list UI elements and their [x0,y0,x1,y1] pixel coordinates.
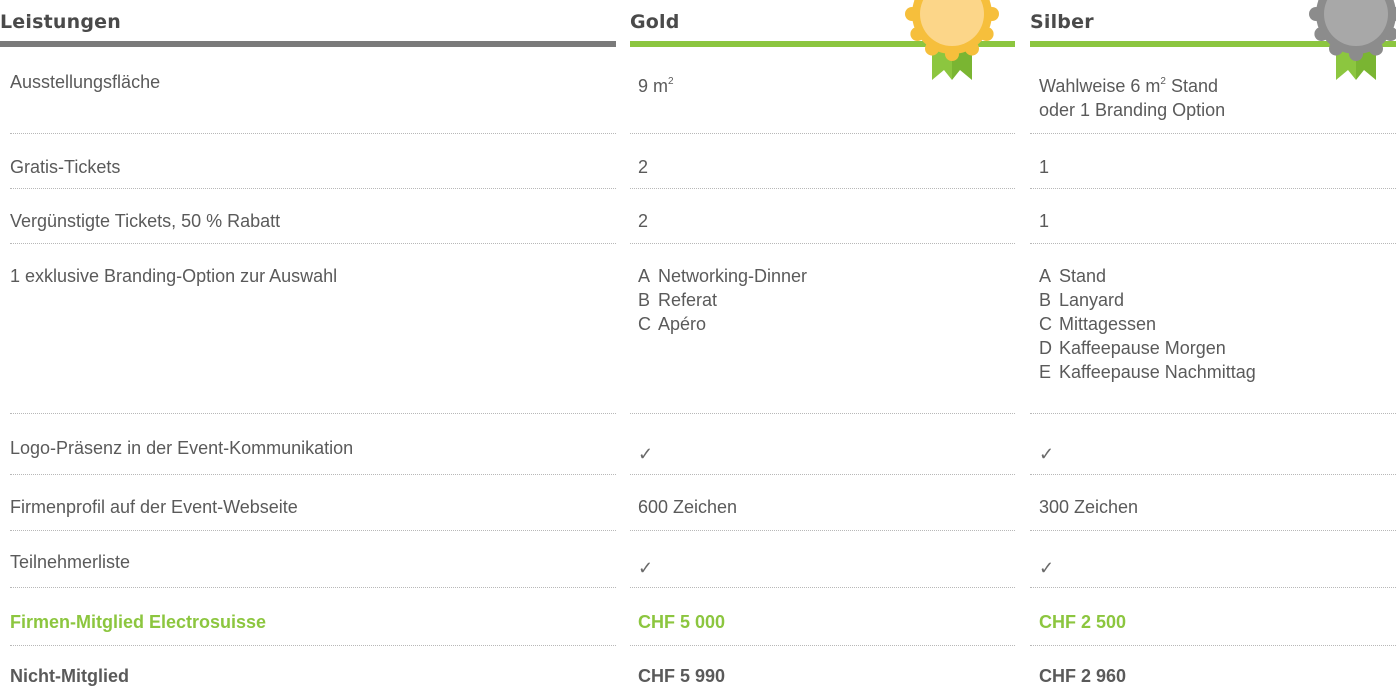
check-icon: ✓ [1039,444,1055,464]
row-label: Teilnehmerliste [10,552,131,572]
divider [10,243,616,244]
gold-value: 2 [638,157,649,177]
divider [1030,587,1396,588]
option-letter: B [638,290,651,310]
row-label: Nicht-Mitglied [10,666,129,686]
list-item: C Mittagessen [1039,312,1256,336]
option-letter: E [1039,362,1052,382]
header-leistungen-bar [0,41,616,47]
row-label: Vergünstigte Tickets, 50 % Rabatt [10,211,281,231]
divider [1030,413,1396,414]
option-letter: A [1039,266,1052,286]
list-item: D Kaffeepause Morgen [1039,336,1256,360]
gold-options: A Networking-Dinner B Referat C Apéro [638,264,807,336]
divider [10,474,616,475]
divider [630,587,1015,588]
divider [630,413,1015,414]
divider [1030,133,1396,134]
row-label: Gratis-Tickets [10,157,121,177]
check-icon: ✓ [638,558,654,578]
header-gold-title: Gold [630,11,680,33]
divider [1030,474,1396,475]
silber-price: CHF 2 960 [1039,666,1127,686]
option-text: Lanyard [1059,290,1125,310]
silber-value: 1 [1039,211,1050,231]
gold-medal-icon [905,0,999,80]
silber-value: Wahlweise 6 m2 Stand oder 1 Branding Opt… [1039,70,1225,122]
divider [630,133,1015,134]
row-label: Ausstellungsfläche [10,72,161,92]
option-text: Referat [658,290,718,310]
option-letter: B [1039,290,1052,310]
divider [1030,243,1396,244]
header-leistungen-title: Leistungen [0,11,121,33]
check-icon: ✓ [1039,558,1055,578]
silber-value: 1 [1039,157,1050,177]
gold-value: 2 [638,211,649,231]
divider [10,645,616,646]
gold-value: 9 m2 [638,70,674,98]
divider [630,243,1015,244]
option-letter: A [638,266,651,286]
divider [630,530,1015,531]
option-text: Kaffeepause Morgen [1059,338,1226,358]
list-item: A Stand [1039,264,1256,288]
row-label: Firmenprofil auf der Event-Webseite [10,497,298,517]
row-label: Firmen-Mitglied Electrosuisse [10,612,267,632]
gold-value-text: 9 m [638,76,669,96]
option-letter: C [1039,314,1052,334]
list-item: A Networking-Dinner [638,264,807,288]
gold-value-sup: 2 [668,76,674,87]
option-text: Networking-Dinner [658,266,808,286]
option-letter: D [1039,338,1052,358]
gold-price: CHF 5 000 [638,612,726,632]
divider [10,530,616,531]
divider [630,645,1015,646]
header-silber-title: Silber [1030,11,1094,33]
divider [1030,645,1396,646]
option-text: Stand [1059,266,1107,286]
silber-value-line1-pre: Wahlweise 6 m [1039,76,1161,96]
row-label: Logo-Präsenz in der Event-Kommunikation [10,438,354,458]
divider [1030,530,1396,531]
list-item: B Lanyard [1039,288,1256,312]
gold-value: 600 Zeichen [638,497,738,517]
option-text: Kaffeepause Nachmittag [1059,362,1256,382]
silber-options: A Stand B Lanyard C Mittagessen D Kaffeepaus… [1039,264,1256,384]
option-letter: C [638,314,651,334]
divider [630,188,1015,189]
divider [10,413,616,414]
divider [1030,188,1396,189]
gold-price: CHF 5 990 [638,666,726,686]
check-icon: ✓ [638,444,654,464]
divider [630,474,1015,475]
silver-medal-icon [1309,0,1396,80]
silber-price: CHF 2 500 [1039,612,1127,632]
header-leistungen: Leistungen [0,0,616,47]
list-item: E Kaffeepause Nachmittag [1039,360,1256,384]
divider [10,188,616,189]
divider [10,133,616,134]
silber-value-line1-post: Stand [1165,76,1218,96]
divider [10,587,616,588]
silber-value-line2: oder 1 Branding Option [1039,100,1226,120]
row-label: 1 exklusive Branding-Option zur Auswahl [10,266,338,286]
list-item: C Apéro [638,312,807,336]
silber-value: 300 Zeichen [1039,497,1139,517]
list-item: B Referat [638,288,807,312]
option-text: Mittagessen [1059,314,1157,334]
option-text: Apéro [658,314,707,334]
